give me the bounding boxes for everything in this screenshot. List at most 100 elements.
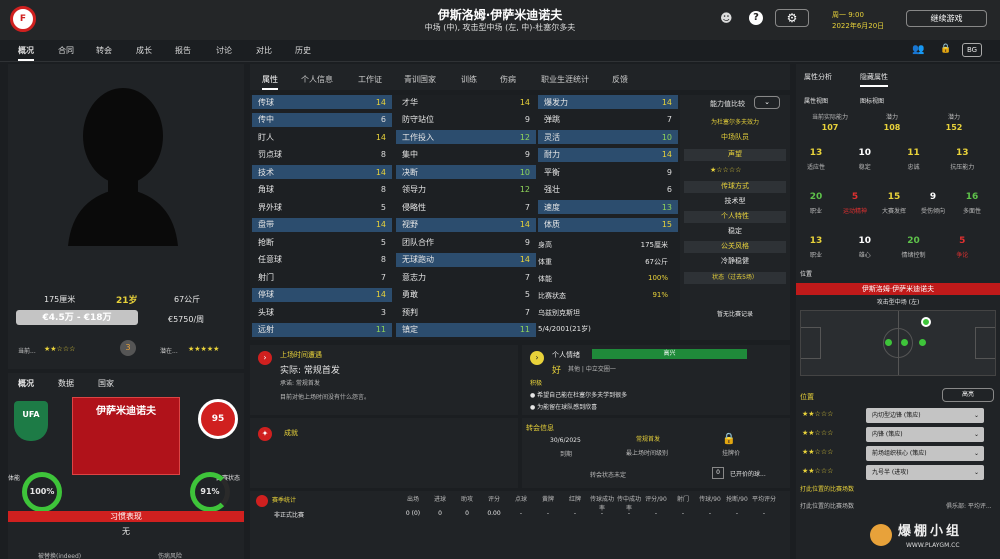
tab-work-permit[interactable]: 工作证 bbox=[358, 74, 382, 85]
nav-contract[interactable]: 合同 bbox=[58, 45, 74, 56]
attribute-row[interactable]: 传中 6 bbox=[252, 112, 392, 127]
achievements-title[interactable]: 成就 bbox=[284, 428, 298, 438]
value-badge[interactable]: €4.5万 - €18万 bbox=[16, 310, 138, 325]
mood-point-2: ● 为能留在球队感到欣喜 bbox=[530, 404, 598, 411]
attribute-row[interactable]: 工作投入 12 bbox=[396, 130, 536, 144]
highlight-dropdown[interactable]: 高亮 bbox=[942, 388, 994, 402]
tab-attribute-analysis[interactable]: 属性分析 bbox=[804, 72, 832, 82]
attribute-row[interactable]: 决断 10 bbox=[396, 165, 536, 179]
tab-feedback[interactable]: 反馈 bbox=[612, 74, 628, 85]
attribute-row[interactable]: 爆发力 14 bbox=[538, 95, 678, 109]
nav-overview[interactable]: 概况 bbox=[18, 45, 34, 61]
compare-icon[interactable]: 3 bbox=[120, 340, 136, 356]
attribute-row[interactable]: 速度 13 bbox=[538, 200, 678, 214]
attribute-row[interactable]: 角球 8 bbox=[252, 183, 392, 197]
attribute-row[interactable]: 意志力 7 bbox=[396, 270, 536, 284]
tab-personal-info[interactable]: 个人信息 bbox=[301, 74, 333, 85]
tab-overview[interactable]: 概况 bbox=[18, 378, 34, 389]
nav-reports[interactable]: 报告 bbox=[175, 45, 191, 56]
season-cell: - bbox=[735, 510, 739, 517]
nav-transfer[interactable]: 转会 bbox=[96, 45, 112, 56]
attribute-row[interactable]: 弹跳 7 bbox=[538, 113, 678, 127]
attribute-row[interactable]: 领导力 12 bbox=[396, 183, 536, 197]
season-col-header[interactable]: 黄牌 bbox=[535, 494, 561, 503]
attribute-row[interactable]: 射门 7 bbox=[252, 270, 392, 284]
season-col-header[interactable]: 进球 bbox=[427, 494, 453, 503]
season-col-header[interactable]: 点球 bbox=[508, 494, 534, 503]
attribute-row[interactable]: 预判 7 bbox=[396, 305, 536, 319]
continue-game-button[interactable]: 继续游戏 bbox=[906, 10, 987, 27]
staff-icon[interactable]: 👥 bbox=[912, 44, 924, 55]
mood-title[interactable]: 个人情绪 bbox=[552, 350, 580, 360]
season-col-header[interactable]: 红牌 bbox=[562, 494, 588, 503]
attribute-row[interactable]: 勇敢 5 bbox=[396, 288, 536, 302]
offers-label[interactable]: 已开价的球... bbox=[730, 469, 766, 478]
tab-hidden-attributes[interactable]: 隐藏属性 bbox=[860, 72, 888, 87]
attribute-row[interactable]: 停球 14 bbox=[252, 287, 392, 302]
attribute-row[interactable]: 任意球 8 bbox=[252, 253, 392, 267]
help-icon[interactable]: ? bbox=[749, 11, 763, 25]
tab-training[interactable]: 训练 bbox=[461, 74, 477, 85]
tab-nation[interactable]: 国家 bbox=[98, 378, 114, 389]
season-col-header[interactable]: 出场 bbox=[400, 494, 426, 503]
season-col-header[interactable]: 评分/90 bbox=[643, 494, 669, 503]
nav-development[interactable]: 成长 bbox=[136, 45, 152, 56]
tab-career-stats[interactable]: 职业生涯统计 bbox=[541, 74, 589, 85]
playtime-title[interactable]: 上场时间遭遇 bbox=[280, 350, 322, 360]
season-col-header[interactable]: 评分 bbox=[481, 494, 507, 503]
nav-compare[interactable]: 对比 bbox=[256, 45, 272, 56]
attribute-row[interactable]: 抢断 5 bbox=[252, 235, 392, 249]
season-col-header[interactable]: 射门 bbox=[670, 494, 696, 503]
player-silhouette bbox=[68, 88, 178, 246]
face-icon[interactable]: ☻ bbox=[720, 11, 733, 25]
attribute-row[interactable]: 罚点球 8 bbox=[252, 148, 392, 162]
season-col-header[interactable]: 传球/90 bbox=[697, 494, 723, 503]
attribute-value: 14 bbox=[519, 97, 530, 107]
tab-stats[interactable]: 数据 bbox=[58, 378, 74, 389]
tab-attributes[interactable]: 属性 bbox=[262, 74, 278, 90]
attribute-row[interactable]: 集中 9 bbox=[396, 148, 536, 162]
lock-icon[interactable]: 🔒 bbox=[940, 44, 951, 54]
attribute-row[interactable]: 体质 15 bbox=[538, 217, 678, 232]
ability-summary-value: 107 bbox=[821, 123, 839, 132]
subtab-icon-view[interactable]: 图标视图 bbox=[860, 96, 884, 105]
attribute-row[interactable]: 才华 14 bbox=[396, 95, 536, 109]
attribute-row[interactable]: 盘带 14 bbox=[252, 217, 392, 232]
season-col-header[interactable]: 抢断/90 bbox=[724, 494, 750, 503]
attribute-row[interactable]: 强壮 6 bbox=[538, 183, 678, 197]
attribute-row[interactable]: 界外球 5 bbox=[252, 200, 392, 214]
attribute-row[interactable]: 耐力 14 bbox=[538, 147, 678, 162]
season-col-header[interactable]: 平均评分 bbox=[751, 494, 777, 503]
attribute-row[interactable]: 技术 14 bbox=[252, 165, 392, 179]
attribute-row[interactable]: 防守站位 9 bbox=[396, 113, 536, 127]
hidden-attribute: 5 运动精神 bbox=[843, 192, 867, 215]
settings-gear-icon[interactable]: ⚙ bbox=[775, 9, 809, 27]
tab-injury[interactable]: 伤病 bbox=[500, 74, 516, 85]
pr-style-label: 公关风格 bbox=[684, 241, 786, 253]
season-title[interactable]: 赛季统计 bbox=[272, 495, 296, 504]
attribute-row[interactable]: 盯人 14 bbox=[252, 130, 392, 144]
subtab-attribute-view[interactable]: 属性视图 bbox=[804, 96, 828, 105]
attribute-row[interactable]: 平衡 9 bbox=[538, 165, 678, 179]
attribute-row[interactable]: 灵活 10 bbox=[538, 130, 678, 144]
ability-compare-dropdown[interactable]: ⌄ bbox=[754, 96, 780, 109]
role-dropdown[interactable]: 九号半 (进攻) ⌄ bbox=[866, 465, 984, 480]
mood-point-2-text: 为能留在球队感到欣喜 bbox=[537, 404, 598, 411]
bg-icon[interactable]: BG bbox=[962, 43, 982, 57]
attribute-row[interactable]: 侵略性 7 bbox=[396, 200, 536, 214]
role-dropdown[interactable]: 前场组织核心 (策应) ⌄ bbox=[866, 446, 984, 461]
role-dropdown[interactable]: 内锋 (策应) ⌄ bbox=[866, 427, 984, 442]
role-dropdown[interactable]: 内切型边锋 (策应) ⌄ bbox=[866, 408, 984, 423]
transfer-title[interactable]: 转会信息 bbox=[526, 423, 554, 433]
nav-history[interactable]: 历史 bbox=[295, 45, 311, 56]
attribute-row[interactable]: 头球 3 bbox=[252, 305, 392, 319]
tab-youth-nation[interactable]: 青训国家 bbox=[404, 74, 436, 85]
attribute-row[interactable]: 传球 14 bbox=[252, 95, 392, 109]
attribute-row[interactable]: 视野 14 bbox=[396, 217, 536, 232]
attribute-row[interactable]: 无球跑动 14 bbox=[396, 252, 536, 267]
nav-discuss[interactable]: 讨论 bbox=[216, 45, 232, 56]
season-col-header[interactable]: 助攻 bbox=[454, 494, 480, 503]
attribute-row[interactable]: 团队合作 9 bbox=[396, 235, 536, 249]
attribute-row[interactable]: 远射 11 bbox=[252, 322, 392, 337]
attribute-row[interactable]: 镇定 11 bbox=[396, 322, 536, 337]
